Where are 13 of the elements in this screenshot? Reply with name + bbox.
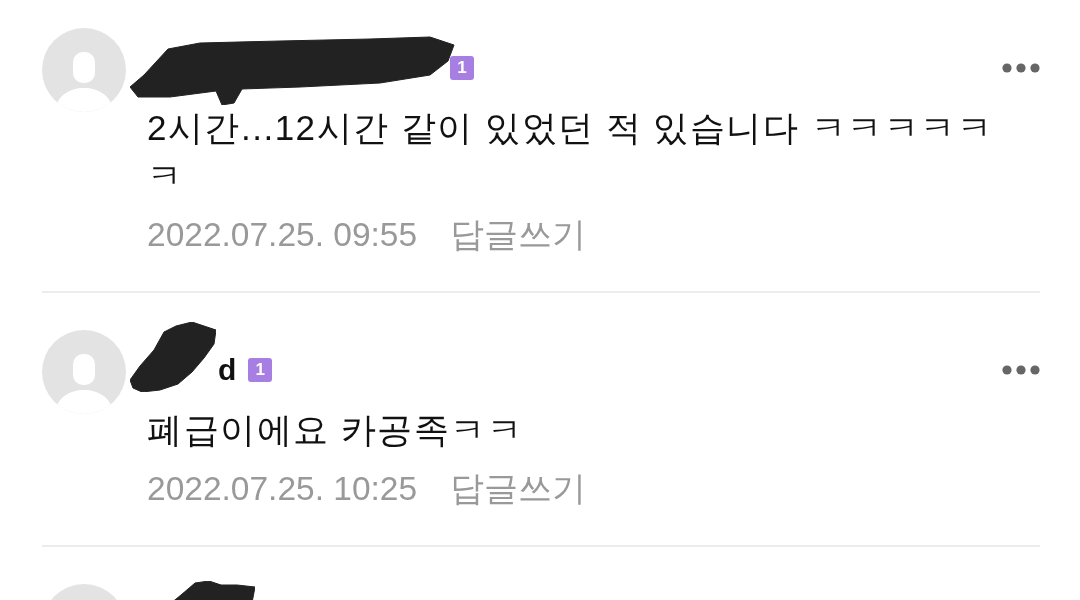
comment-text: 폐급이에요 카공족ㅋㅋ [147,409,525,451]
reply-link[interactable]: 답글쓰기 [450,212,587,258]
comment-time: 2022.07.25. 09:55 [147,216,418,254]
more-icon[interactable] [1002,63,1040,73]
avatar-icon [42,28,126,112]
comment-text: 2시간...12시간 같이 있었던 적 있습니다 ㅋㅋㅋㅋㅋㅋ [147,107,995,197]
comment-time: 2022.07.25. 10:25 [147,470,418,508]
level-badge: 1 [248,358,273,382]
level-badge: 1 [450,56,474,80]
user-name[interactable]: d [218,352,237,388]
avatar-icon [42,330,126,414]
reply-link[interactable]: 답글쓰기 [450,466,587,512]
more-icon[interactable] [1002,365,1040,375]
